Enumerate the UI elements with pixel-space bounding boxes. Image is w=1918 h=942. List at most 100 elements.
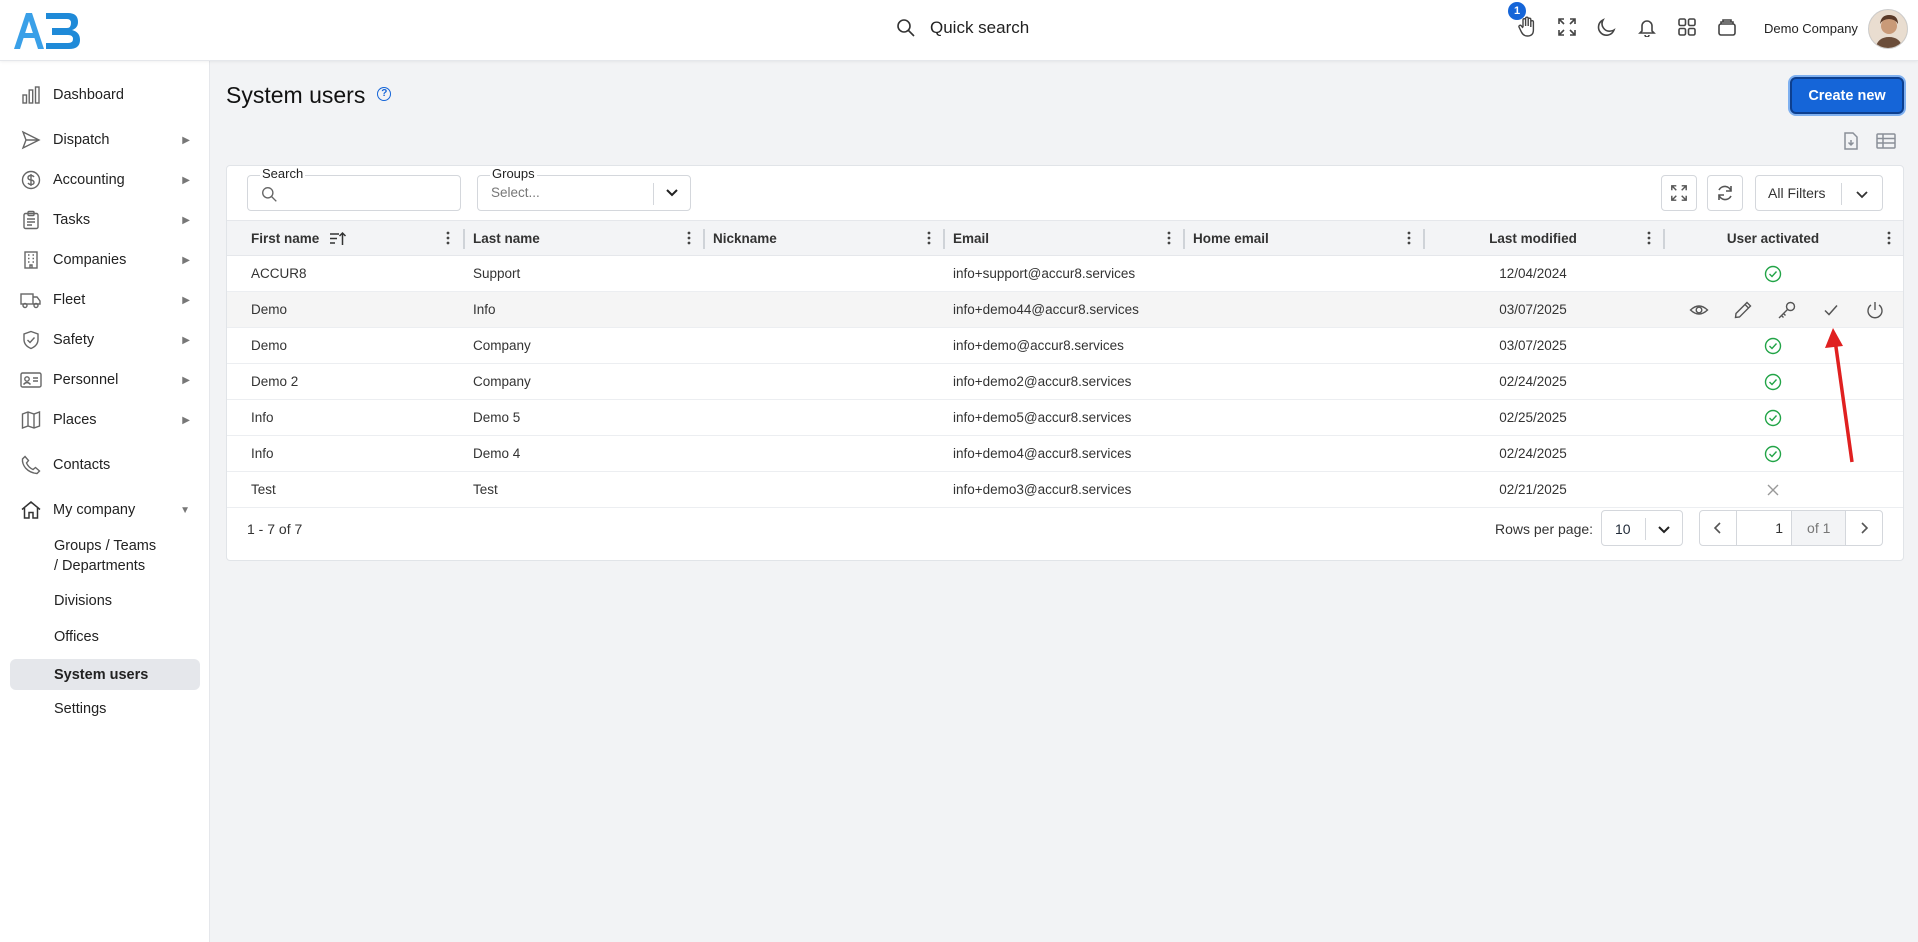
cell-first: Info xyxy=(251,446,274,461)
cell-last-modified: 02/25/2025 xyxy=(1499,410,1567,425)
expand-table-button[interactable] xyxy=(1661,175,1697,211)
rows-per-page-label: Rows per page: xyxy=(1495,521,1594,537)
top-icons: 1 xyxy=(1508,2,1738,38)
export-file-icon[interactable] xyxy=(1841,131,1861,151)
column-divider[interactable] xyxy=(1183,229,1185,249)
quick-search[interactable]: Quick search xyxy=(896,18,1029,38)
checkmark-icon[interactable] xyxy=(1821,300,1841,320)
sidebar-subitem-groups-teams-departments[interactable]: Groups / Teams / Departments xyxy=(10,536,160,576)
apps-grid-icon[interactable] xyxy=(1676,16,1698,38)
fullscreen-icon[interactable] xyxy=(1556,16,1578,38)
column-header-user-activated[interactable]: User activated xyxy=(1673,221,1873,256)
sidebar-subitem-system-users[interactable]: System users xyxy=(10,659,200,690)
cell-last-modified: 12/04/2024 xyxy=(1499,266,1567,281)
hand-icon[interactable]: 1 xyxy=(1508,2,1538,38)
groups-select-placeholder: Select... xyxy=(491,185,540,200)
sidebar-item-accounting[interactable]: Accounting ▶ xyxy=(10,165,200,195)
sidebar-subitem-offices[interactable]: Offices xyxy=(10,627,200,647)
sidebar-item-companies[interactable]: Companies ▶ xyxy=(10,245,200,275)
column-menu-icon[interactable] xyxy=(446,231,450,245)
next-page-button[interactable] xyxy=(1846,511,1882,545)
edit-pencil-icon[interactable] xyxy=(1733,300,1753,320)
send-icon xyxy=(20,129,42,151)
page-total-label: of 1 xyxy=(1791,511,1847,545)
all-filters-label: All Filters xyxy=(1768,185,1826,201)
column-divider[interactable] xyxy=(703,229,705,249)
table-row[interactable]: Demo Company info+demo@accur8.services 03/0… xyxy=(227,328,1903,364)
help-icon[interactable]: ? xyxy=(377,86,392,101)
table-row[interactable]: Info Demo 4 info+demo4@accur8.services 02/2… xyxy=(227,436,1903,472)
id-card-icon xyxy=(20,369,42,391)
column-header-email[interactable]: Email xyxy=(953,221,989,256)
table-row[interactable]: Demo Info info+demo44@accur8.services 03/07… xyxy=(227,292,1903,328)
caret-right-icon: ▶ xyxy=(182,294,190,306)
clipboard-icon xyxy=(20,209,42,231)
column-header-nickname[interactable]: Nickname xyxy=(713,221,777,256)
table-view-icon[interactable] xyxy=(1876,131,1896,151)
not-activated-x-icon xyxy=(1673,472,1873,507)
cell-last-modified: 02/24/2025 xyxy=(1499,446,1567,461)
cell-email: info+demo2@accur8.services xyxy=(953,374,1132,389)
all-filters-button[interactable]: All Filters xyxy=(1755,175,1883,211)
power-icon[interactable] xyxy=(1865,300,1885,320)
table-row[interactable]: Info Demo 5 info+demo5@accur8.services 02/2… xyxy=(227,400,1903,436)
sidebar-item-places[interactable]: Places ▶ xyxy=(10,405,200,435)
sidebar-item-tasks[interactable]: Tasks ▶ xyxy=(10,205,200,235)
cell-last: Demo 5 xyxy=(473,410,521,425)
sidebar-item-personnel[interactable]: Personnel ▶ xyxy=(10,365,200,395)
stack-icon[interactable] xyxy=(1716,16,1738,38)
create-new-button[interactable]: Create new xyxy=(1790,77,1904,114)
cell-last-modified: 03/07/2025 xyxy=(1499,302,1567,317)
column-divider[interactable] xyxy=(943,229,945,249)
page-number-input[interactable]: 1 xyxy=(1735,511,1791,545)
column-divider[interactable] xyxy=(463,229,465,249)
sidebar-subitem-divisions[interactable]: Divisions xyxy=(10,591,200,611)
column-menu-icon[interactable] xyxy=(1647,231,1651,245)
column-header-first-name[interactable]: First name xyxy=(251,221,347,256)
sidebar-item-safety[interactable]: Safety ▶ xyxy=(10,325,200,355)
view-icon[interactable] xyxy=(1689,300,1709,320)
cell-first: Demo 2 xyxy=(251,374,299,389)
sidebar-item-dashboard[interactable]: Dashboard xyxy=(10,80,200,110)
sort-ascending-icon[interactable] xyxy=(329,231,347,247)
bell-icon[interactable] xyxy=(1636,16,1658,38)
key-icon[interactable] xyxy=(1777,300,1797,320)
chart-bars-icon xyxy=(20,84,42,106)
column-divider[interactable] xyxy=(1663,229,1665,249)
sidebar-subitem-settings[interactable]: Settings xyxy=(10,699,200,719)
search-icon xyxy=(262,187,277,202)
sidebar-item-contacts[interactable]: Contacts xyxy=(10,450,200,480)
sidebar-item-dispatch[interactable]: Dispatch ▶ xyxy=(10,125,200,155)
app-logo[interactable] xyxy=(12,9,82,51)
page-title-text: System users xyxy=(226,82,366,108)
sidebar-item-fleet[interactable]: Fleet ▶ xyxy=(10,285,200,315)
avatar[interactable] xyxy=(1868,9,1908,49)
table-row[interactable]: Demo 2 Company info+demo2@accur8.services 0… xyxy=(227,364,1903,400)
column-menu-icon[interactable] xyxy=(1887,231,1891,245)
column-menu-icon[interactable] xyxy=(1407,231,1411,245)
column-divider[interactable] xyxy=(1423,229,1425,249)
column-menu-icon[interactable] xyxy=(1167,231,1171,245)
chevron-right-icon xyxy=(1861,522,1869,534)
sidebar-item-label: My company xyxy=(53,502,136,518)
refresh-button[interactable] xyxy=(1707,175,1743,211)
groups-select[interactable]: Groups Select... xyxy=(477,166,691,211)
dark-mode-icon[interactable] xyxy=(1596,16,1618,38)
caret-right-icon: ▶ xyxy=(182,414,190,426)
top-bar: Quick search 1 Demo Company xyxy=(0,0,1918,61)
column-menu-icon[interactable] xyxy=(927,231,931,245)
cell-last: Company xyxy=(473,338,531,353)
cell-first: Demo xyxy=(251,338,288,353)
rows-per-page-select[interactable]: 10 xyxy=(1601,510,1683,546)
sidebar-item-my-company[interactable]: My company ▼ xyxy=(10,495,200,525)
table-row[interactable]: Test Test info+demo3@accur8.services 02/21/… xyxy=(227,472,1903,508)
search-field[interactable]: Search xyxy=(247,166,461,211)
sidebar-item-label: Places xyxy=(53,412,97,428)
prev-page-button[interactable] xyxy=(1700,511,1736,545)
column-header-last-modified[interactable]: Last modified xyxy=(1433,221,1633,256)
column-menu-icon[interactable] xyxy=(687,231,691,245)
company-name[interactable]: Demo Company xyxy=(1764,21,1858,36)
column-header-home-email[interactable]: Home email xyxy=(1193,221,1269,256)
column-header-last-name[interactable]: Last name xyxy=(473,221,540,256)
table-row[interactable]: ACCUR8 Support info+support@accur8.service… xyxy=(227,256,1903,292)
